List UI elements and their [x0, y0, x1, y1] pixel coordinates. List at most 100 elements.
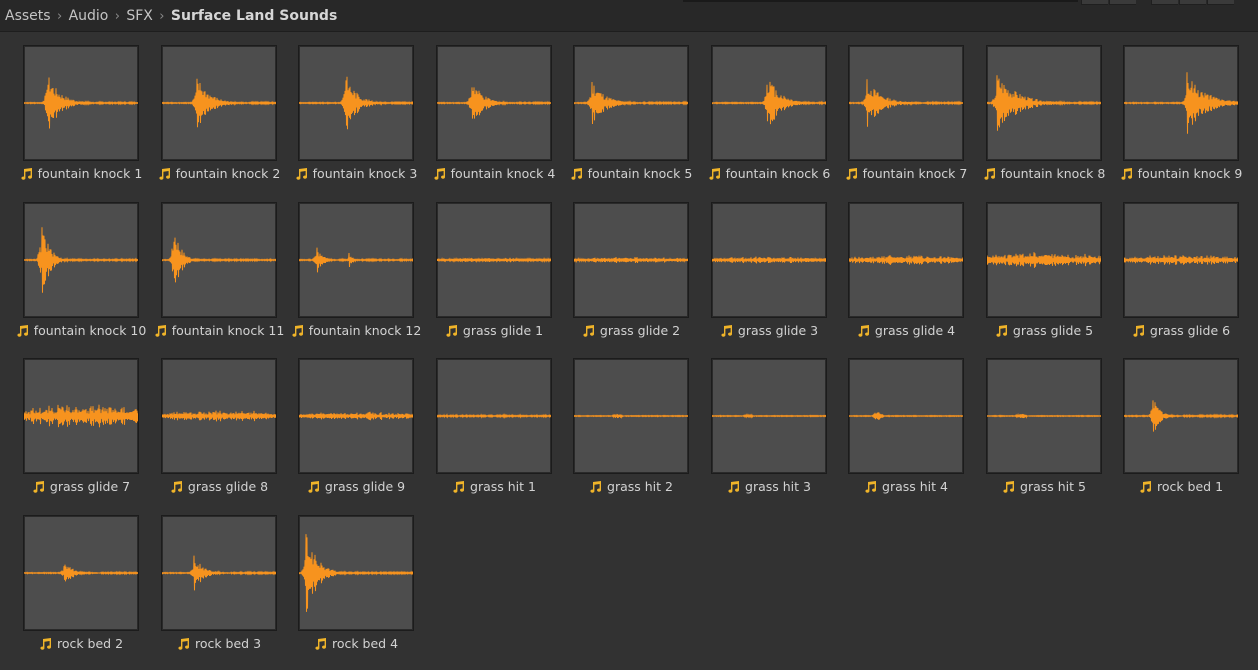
- asset-label: grass glide 8: [147, 479, 291, 494]
- audio-clip-icon: [589, 480, 603, 494]
- audio-asset-tile[interactable]: grass hit 3: [709, 345, 849, 497]
- audio-asset-tile[interactable]: grass glide 6: [1121, 189, 1258, 341]
- asset-label: grass hit 4: [834, 479, 978, 494]
- asset-name: grass glide 5: [1012, 323, 1094, 338]
- audio-asset-tile[interactable]: fountain knock 10: [17, 189, 161, 341]
- waveform-thumbnail: [298, 45, 414, 161]
- waveform-thumbnail: [986, 202, 1102, 318]
- asset-name: fountain knock 9: [1137, 166, 1243, 181]
- waveform-thumbnail: [161, 45, 277, 161]
- toolbar-button[interactable]: [1179, 0, 1206, 5]
- audio-asset-tile[interactable]: rock bed 3: [159, 502, 299, 654]
- asset-name: fountain knock 1: [37, 166, 143, 181]
- audio-asset-tile[interactable]: grass hit 5: [984, 345, 1124, 497]
- breadcrumb-sfx[interactable]: SFX: [126, 8, 153, 24]
- audio-asset-tile[interactable]: rock bed 1: [1121, 345, 1258, 497]
- waveform-thumbnail: [298, 202, 414, 318]
- asset-name: grass hit 2: [607, 479, 673, 494]
- audio-asset-tile[interactable]: rock bed 4: [296, 502, 436, 654]
- asset-label: fountain knock 4: [422, 166, 566, 181]
- audio-asset-tile[interactable]: grass glide 8: [159, 345, 299, 497]
- asset-label: fountain knock 8: [972, 166, 1116, 181]
- waveform-thumbnail: [1123, 358, 1239, 474]
- audio-asset-tile[interactable]: fountain knock 1: [21, 32, 161, 184]
- breadcrumb-audio[interactable]: Audio: [69, 8, 109, 24]
- breadcrumb-current-folder[interactable]: Surface Land Sounds: [171, 8, 337, 24]
- audio-clip-icon: [154, 324, 168, 338]
- waveform-thumbnail: [1123, 202, 1239, 318]
- waveform-thumbnail: [436, 45, 552, 161]
- asset-label: grass glide 3: [697, 323, 841, 338]
- audio-clip-icon: [158, 167, 172, 181]
- audio-asset-tile[interactable]: grass glide 4: [846, 189, 986, 341]
- waveform-thumbnail: [298, 358, 414, 474]
- waveform-thumbnail: [848, 358, 964, 474]
- toolbar-button[interactable]: [1151, 0, 1178, 5]
- audio-clip-icon: [295, 167, 309, 181]
- waveform-thumbnail: [848, 202, 964, 318]
- chevron-right-icon: ›: [56, 8, 63, 24]
- toolbar-button[interactable]: [1109, 0, 1136, 5]
- audio-asset-tile[interactable]: fountain knock 4: [434, 32, 574, 184]
- asset-name: grass glide 7: [49, 479, 131, 494]
- audio-asset-tile[interactable]: grass hit 1: [434, 345, 574, 497]
- audio-asset-tile[interactable]: grass glide 1: [434, 189, 574, 341]
- audio-asset-tile[interactable]: grass hit 2: [571, 345, 711, 497]
- audio-clip-icon: [570, 167, 584, 181]
- asset-name: fountain knock 11: [171, 323, 285, 338]
- asset-label: rock bed 1: [1109, 479, 1253, 494]
- asset-label: rock bed 2: [9, 636, 153, 651]
- asset-label: fountain knock 1: [9, 166, 153, 181]
- audio-clip-icon: [727, 480, 741, 494]
- asset-label: grass glide 2: [559, 323, 703, 338]
- waveform-thumbnail: [848, 45, 964, 161]
- waveform-thumbnail: [986, 45, 1102, 161]
- asset-label: grass glide 1: [422, 323, 566, 338]
- audio-clip-icon: [995, 324, 1009, 338]
- asset-label: fountain knock 9: [1109, 166, 1253, 181]
- breadcrumb-assets[interactable]: Assets: [5, 8, 51, 24]
- breadcrumb: Assets › Audio › SFX › Surface Land Soun…: [5, 6, 337, 26]
- audio-clip-icon: [170, 480, 184, 494]
- toolbar-button[interactable]: [1081, 0, 1108, 5]
- audio-asset-tile[interactable]: grass glide 3: [709, 189, 849, 341]
- audio-asset-tile[interactable]: fountain knock 6: [709, 32, 849, 184]
- audio-clip-icon: [1120, 167, 1134, 181]
- audio-clip-icon: [845, 167, 859, 181]
- asset-label: grass glide 4: [834, 323, 978, 338]
- audio-asset-tile[interactable]: rock bed 2: [21, 502, 161, 654]
- audio-asset-tile[interactable]: fountain knock 7: [846, 32, 986, 184]
- audio-clip-icon: [307, 480, 321, 494]
- audio-asset-tile[interactable]: grass glide 2: [571, 189, 711, 341]
- audio-clip-icon: [708, 167, 722, 181]
- audio-asset-tile[interactable]: grass hit 4: [846, 345, 986, 497]
- asset-name: grass glide 6: [1149, 323, 1231, 338]
- audio-asset-tile[interactable]: fountain knock 2: [159, 32, 299, 184]
- audio-asset-tile[interactable]: fountain knock 5: [571, 32, 711, 184]
- audio-asset-tile[interactable]: fountain knock 3: [296, 32, 436, 184]
- waveform-thumbnail: [711, 45, 827, 161]
- audio-asset-tile[interactable]: grass glide 5: [984, 189, 1124, 341]
- audio-asset-tile[interactable]: fountain knock 8: [984, 32, 1124, 184]
- breadcrumb-bar: Assets › Audio › SFX › Surface Land Soun…: [0, 0, 1258, 32]
- audio-clip-icon: [291, 324, 305, 338]
- search-field-edge[interactable]: [683, 0, 1078, 2]
- asset-name: fountain knock 6: [725, 166, 831, 181]
- waveform-thumbnail: [23, 45, 139, 161]
- asset-name: rock bed 2: [56, 636, 124, 651]
- asset-name: grass glide 8: [187, 479, 269, 494]
- asset-label: grass glide 5: [972, 323, 1116, 338]
- audio-asset-tile[interactable]: grass glide 7: [21, 345, 161, 497]
- audio-clip-icon: [1002, 480, 1016, 494]
- asset-grid: fountain knock 1 fountain knock 2 fountain…: [0, 32, 1258, 670]
- audio-clip-icon: [1139, 480, 1153, 494]
- asset-name: grass glide 2: [599, 323, 681, 338]
- audio-asset-tile[interactable]: grass glide 9: [296, 345, 436, 497]
- waveform-thumbnail: [161, 202, 277, 318]
- audio-asset-tile[interactable]: fountain knock 11: [155, 189, 299, 341]
- audio-asset-tile[interactable]: fountain knock 12: [292, 189, 436, 341]
- asset-name: grass glide 4: [874, 323, 956, 338]
- toolbar-button[interactable]: [1207, 0, 1234, 5]
- waveform-thumbnail: [711, 358, 827, 474]
- audio-asset-tile[interactable]: fountain knock 9: [1121, 32, 1258, 184]
